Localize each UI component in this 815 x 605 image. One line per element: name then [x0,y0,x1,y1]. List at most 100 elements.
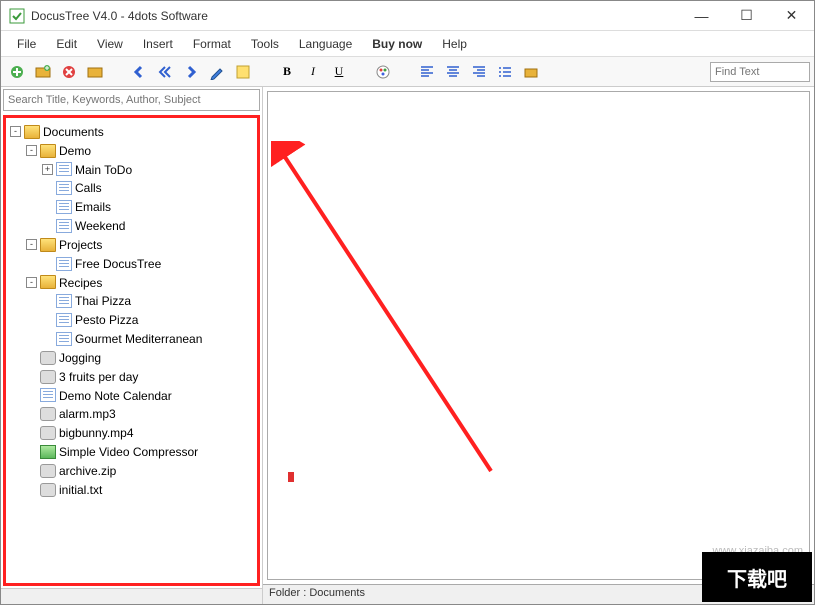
tree-label: Thai Pizza [75,294,131,308]
expand-icon[interactable]: - [26,145,37,156]
page-icon [56,200,72,214]
tree-node-projects[interactable]: -Projects Free DocusTree [26,235,255,273]
nav-back-all-button[interactable] [153,60,177,84]
tree-label: Documents [43,125,104,139]
expand-icon[interactable]: - [10,126,21,137]
expand-spacer [26,371,37,382]
tree-node[interactable]: 3 fruits per day [26,367,255,386]
tree-node[interactable]: Free DocusTree [42,254,255,273]
minimize-button[interactable]: — [679,1,724,30]
expand-spacer [26,465,37,476]
overlay-logo: 下载吧 [702,552,812,602]
window-buttons: — ☐ ✕ [679,1,814,30]
folder-icon [40,238,56,252]
page-icon [56,219,72,233]
open-folder-button[interactable] [83,60,107,84]
page-icon [56,257,72,271]
tree-label: Weekend [75,219,125,233]
list-button[interactable] [493,60,517,84]
text-cursor [288,472,294,482]
tree-node[interactable]: Thai Pizza [42,291,255,310]
menu-insert[interactable]: Insert [133,33,183,55]
menu-tools[interactable]: Tools [241,33,289,55]
tree-node[interactable]: Demo Note Calendar [26,386,255,405]
folder-icon [24,125,40,139]
search-input[interactable] [3,89,260,111]
tree-label: Recipes [59,275,102,289]
tree-label: Main ToDo [75,162,132,176]
delete-button[interactable] [57,60,81,84]
align-center-button[interactable] [441,60,465,84]
horizontal-scrollbar[interactable] [1,588,262,604]
menu-language[interactable]: Language [289,33,362,55]
bold-button[interactable]: B [275,60,299,84]
tree-label: Emails [75,200,111,214]
tree-node-demo[interactable]: -Demo +Main ToDo Calls Emails Weekend [26,141,255,235]
menu-buynow[interactable]: Buy now [362,33,432,55]
image-icon [40,445,56,459]
menu-view[interactable]: View [87,33,133,55]
expand-spacer [26,409,37,420]
tree-node[interactable]: Simple Video Compressor [26,442,255,461]
titlebar: DocusTree V4.0 - 4dots Software — ☐ ✕ [1,1,814,31]
page-icon [56,162,72,176]
page-icon [56,181,72,195]
tree-node[interactable]: initial.txt [26,480,255,499]
nav-back-button[interactable] [127,60,151,84]
tree-node[interactable]: alarm.mp3 [26,404,255,423]
left-panel: -Documents -Demo +Main ToDo Calls Emails… [1,87,263,604]
menubar: File Edit View Insert Format Tools Langu… [1,31,814,57]
add-folder-button[interactable] [31,60,55,84]
expand-spacer [42,202,53,213]
editor-area[interactable]: www.xiazaiba.com [267,91,810,580]
activity-icon [40,351,56,365]
tree-node[interactable]: Gourmet Mediterranean [42,329,255,348]
expand-spacer [42,315,53,326]
tree-node[interactable]: Emails [42,197,255,216]
page-icon [56,313,72,327]
italic-button[interactable]: I [301,60,325,84]
tree-node[interactable]: Weekend [42,216,255,235]
expand-spacer [26,352,37,363]
menu-edit[interactable]: Edit [46,33,87,55]
tree-view[interactable]: -Documents -Demo +Main ToDo Calls Emails… [3,115,260,586]
file-icon [40,464,56,478]
tree-root[interactable]: -Documents -Demo +Main ToDo Calls Emails… [10,122,255,499]
tree-label: Gourmet Mediterranean [75,332,202,346]
close-button[interactable]: ✕ [769,1,814,30]
add-node-button[interactable] [5,60,29,84]
app-icon [9,8,25,24]
file-icon [40,426,56,440]
tree-node-recipes[interactable]: - Recipes Thai Pizza Pesto Pizza Gourmet … [26,273,255,348]
align-left-button[interactable] [415,60,439,84]
file-icon [40,483,56,497]
attach-button[interactable] [519,60,543,84]
find-input[interactable] [710,62,810,82]
file-icon [40,407,56,421]
nav-forward-button[interactable] [179,60,203,84]
page-icon [56,332,72,346]
tree-node[interactable]: Calls [42,178,255,197]
right-panel: www.xiazaiba.com Folder : Documents [263,87,814,604]
tree-node[interactable]: Pesto Pizza [42,310,255,329]
menu-file[interactable]: File [7,33,46,55]
edit-button[interactable] [205,60,229,84]
expand-icon[interactable]: - [26,277,37,288]
color-picker-button[interactable] [371,60,395,84]
menu-help[interactable]: Help [432,33,477,55]
tree-node[interactable]: + Main ToDo [42,160,255,179]
tree-node[interactable]: archive.zip [26,461,255,480]
tree-label: Free DocusTree [75,257,161,271]
activity-icon [40,370,56,384]
window-title: DocusTree V4.0 - 4dots Software [31,9,679,23]
tree-node[interactable]: bigbunny.mp4 [26,423,255,442]
expand-icon[interactable]: + [42,164,53,175]
menu-format[interactable]: Format [183,33,241,55]
tree-label: Jogging [59,351,101,365]
tree-node[interactable]: Jogging [26,348,255,367]
underline-button[interactable]: U [327,60,351,84]
highlight-button[interactable] [231,60,255,84]
maximize-button[interactable]: ☐ [724,1,769,30]
align-right-button[interactable] [467,60,491,84]
expand-icon[interactable]: - [26,239,37,250]
